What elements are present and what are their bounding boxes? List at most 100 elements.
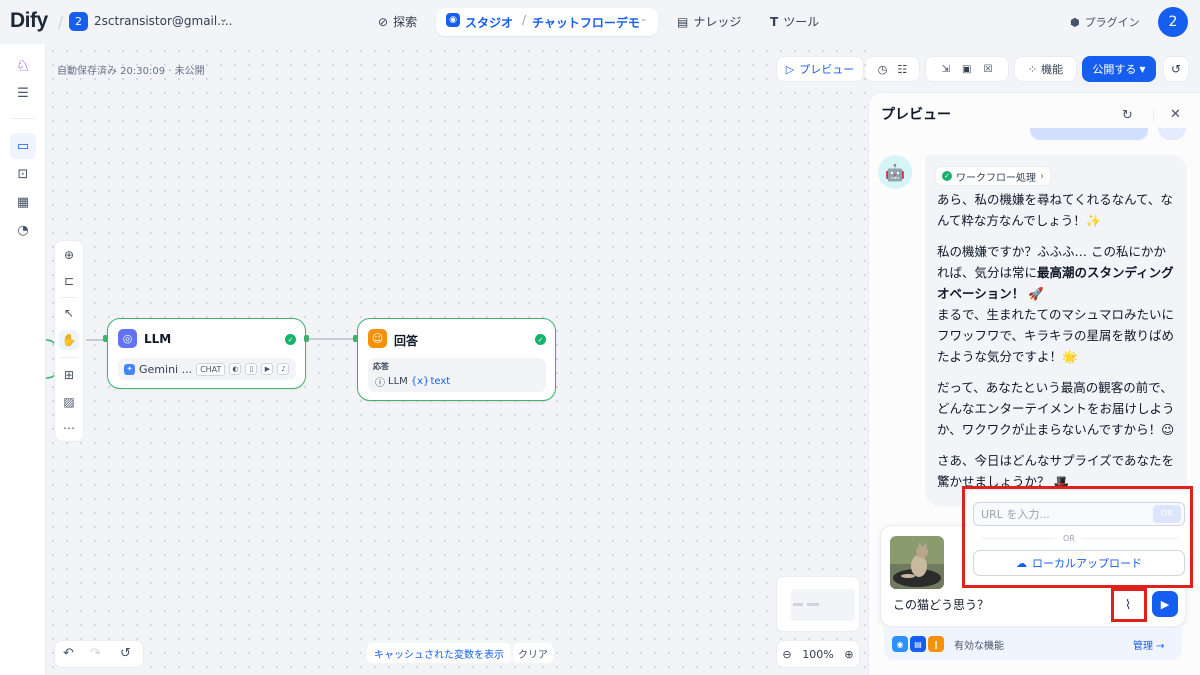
model-name: Gemini ...	[139, 362, 193, 376]
success-check-icon: ✓	[285, 334, 296, 345]
checklist-icon[interactable]: ☷	[897, 63, 907, 76]
hand-icon[interactable]: ✋	[59, 330, 79, 350]
nav-studio[interactable]: スタジオ	[465, 14, 513, 31]
publish-button[interactable]: 公開する ▼	[1082, 56, 1156, 82]
workflow-process-badge[interactable]: ✓ ワークフロー処理 ›	[935, 166, 1051, 186]
audio-icon: ♪	[277, 363, 290, 375]
divider	[1153, 108, 1154, 122]
preview-title: プレビュー	[881, 107, 951, 123]
export-icon[interactable]: ⇲	[942, 64, 950, 75]
minimap-node	[807, 603, 819, 606]
chevron-down-icon: ▼	[1139, 64, 1146, 74]
app-name[interactable]: チャットフローデモ	[532, 14, 640, 31]
user-avatar[interactable]: 2	[1158, 7, 1188, 37]
message-clip: あら、私の機嫌を尋ねてくれるなんて、なんて粋な方なんでしょう！✨ 私の機嫌ですか…	[925, 186, 1187, 507]
import-export-group[interactable]: ⇲ ▣ ☒	[925, 56, 1009, 82]
history-icon[interactable]: ↺	[1163, 56, 1189, 82]
show-cached-vars-button[interactable]: キャッシュされた変数を表示	[367, 643, 511, 663]
answer-field-label: 応答	[373, 362, 389, 371]
divider	[61, 357, 77, 358]
answer-node-title: 回答	[394, 334, 419, 348]
zoom-in-icon[interactable]: ⊕	[844, 648, 853, 661]
nav-explore[interactable]: ⊘ 探索	[378, 13, 417, 30]
chevron-right-icon: ›	[1040, 170, 1044, 182]
answer-variable: ⓘ LLM {x} text	[375, 376, 451, 389]
features-icon: ⁘	[1027, 62, 1038, 76]
answer-output-box: 応答 ⓘ LLM {x} text	[368, 358, 546, 392]
organize-icon[interactable]: ⊞	[59, 365, 79, 385]
llm-icon: ◎	[118, 329, 137, 348]
chat-mode-tag: CHAT	[196, 362, 226, 376]
features-button[interactable]: ⁘ 機能	[1014, 56, 1077, 82]
cat-image-attachment[interactable]	[890, 536, 944, 589]
vision-icon: ◐	[229, 363, 242, 375]
image-export-icon[interactable]: ▨	[59, 392, 79, 412]
dsl-icon[interactable]: ▣	[962, 64, 971, 75]
autosave-status: 自動保存済み 20:30:09 · 未公開	[57, 66, 205, 77]
close-icon[interactable]: ✕	[1170, 107, 1181, 122]
pointer-icon[interactable]: ↖	[59, 303, 79, 323]
undo-icon[interactable]: ↶	[63, 646, 74, 661]
history-icon[interactable]: ↺	[120, 646, 131, 661]
gauge-icon[interactable]: ◷	[878, 63, 888, 76]
answer-input-handle[interactable]	[353, 335, 358, 342]
plugins-button[interactable]: ⬢ プラグイン	[1070, 14, 1140, 30]
chevron-down-icon[interactable]: ⌄	[219, 12, 228, 25]
zoom-level[interactable]: 100%	[802, 648, 833, 661]
undo-redo-bar: ↶ ↷ ↺	[54, 640, 144, 668]
chat-input[interactable]: この猫どう思う？	[893, 596, 989, 613]
nav-knowledge[interactable]: ▤ ナレッジ	[677, 13, 741, 30]
manage-features-link[interactable]: 管理 →	[1133, 637, 1165, 652]
add-node-icon[interactable]: ⊕	[59, 245, 79, 265]
terminal-icon[interactable]: ⊡	[12, 163, 34, 185]
answer-node[interactable]: ☺ 回答 ✓ 応答 ⓘ LLM {x} text	[357, 318, 556, 401]
highlight-attach	[1111, 588, 1147, 622]
redo-icon[interactable]: ↷	[90, 646, 101, 661]
canvas-toolbar: ⊕ ⊏ ↖ ✋ ⊞ ▨ ⋯	[54, 240, 84, 442]
clear-button[interactable]: クリア	[513, 643, 553, 663]
workspace-name[interactable]: 2sctransistor@gmail....	[94, 14, 233, 28]
minimap-node	[793, 603, 803, 606]
compass-icon: ⊘	[378, 14, 389, 29]
close-x-icon[interactable]: ☒	[983, 64, 992, 75]
restart-icon[interactable]: ↻	[1122, 108, 1133, 123]
cube-icon: ⬢	[1070, 15, 1080, 29]
bot-avatar: 🤖	[878, 155, 912, 189]
nav-tools[interactable]: T ツール	[770, 13, 819, 30]
app-icon[interactable]: ♘	[12, 54, 34, 76]
add-note-icon[interactable]: ⊏	[59, 271, 79, 291]
send-icon: ▶	[1160, 597, 1170, 611]
enabled-features-label: 有効な機能	[954, 640, 1004, 652]
divider	[12, 118, 34, 119]
run-history-group[interactable]: ◷ ☷	[866, 56, 920, 82]
settings-sliders-icon[interactable]: ☰	[12, 82, 34, 104]
highlight-upload-popover	[962, 486, 1193, 588]
success-check-icon: ✓	[942, 171, 952, 181]
monitor-gauge-icon[interactable]: ◔	[12, 219, 34, 241]
play-icon: ▷	[785, 62, 795, 76]
zoom-out-icon[interactable]: ⊖	[782, 648, 791, 661]
llm-input-handle[interactable]	[103, 335, 108, 342]
llm-node[interactable]: ◎ LLM ✓ ✦ Gemini ... CHAT ◐ ▯ ▶ ♪	[107, 318, 306, 389]
orchestrate-icon[interactable]: ▭	[10, 133, 36, 159]
dify-logo[interactable]: Dify	[10, 9, 48, 33]
breadcrumb-separator: /	[58, 12, 64, 31]
logs-icon[interactable]: ▦	[12, 191, 34, 213]
robot-icon: ◉	[446, 13, 460, 27]
workspace-badge[interactable]: 2	[69, 12, 88, 31]
more-icon[interactable]: ⋯	[59, 418, 79, 438]
llm-output-handle[interactable]	[304, 335, 309, 342]
gemini-icon: ✦	[124, 363, 135, 375]
image-upload-feature-icon: ◉	[892, 636, 908, 652]
robot-icon: 🤖	[885, 162, 905, 182]
preview-button[interactable]: ▷ プレビュー	[776, 56, 864, 82]
hammer-icon: T	[770, 14, 779, 29]
document-icon: ▯	[245, 363, 258, 375]
chevron-down-icon[interactable]: ⌄	[640, 14, 648, 24]
minimap[interactable]	[776, 576, 860, 632]
breadcrumb-separator: /	[522, 13, 527, 27]
send-button[interactable]: ▶	[1152, 591, 1178, 617]
llm-small-icon: ⓘ	[375, 378, 385, 389]
book-icon: ▤	[677, 14, 689, 29]
model-selector[interactable]: ✦ Gemini ... CHAT ◐ ▯ ▶ ♪	[118, 358, 296, 380]
